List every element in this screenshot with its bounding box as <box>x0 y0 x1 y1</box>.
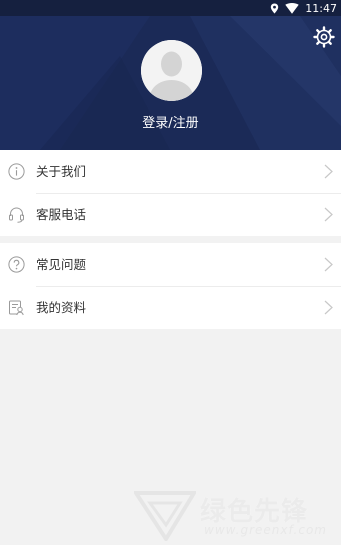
avatar[interactable] <box>141 40 202 101</box>
wifi-icon <box>285 2 299 14</box>
menu-item-label: 我的资料 <box>36 300 87 315</box>
profile-header: 登录/注册 <box>0 16 341 150</box>
location-icon <box>271 3 279 13</box>
menu-item-customer-service[interactable]: 客服电话 <box>0 193 341 236</box>
chevron-right-icon <box>324 164 333 179</box>
menu-item-label: 常见问题 <box>36 257 87 272</box>
menu-item-label: 客服电话 <box>36 207 87 222</box>
chevron-right-icon <box>324 207 333 222</box>
default-user-icon <box>141 40 202 101</box>
menu-group-2: 常见问题 我的资料 <box>0 243 341 329</box>
watermark-logo-icon <box>134 491 196 541</box>
menu-item-faq[interactable]: 常见问题 <box>0 243 341 286</box>
menu-item-my-profile[interactable]: 我的资料 <box>0 286 341 329</box>
status-bar: 11:47 <box>0 0 341 16</box>
watermark: 绿色先锋 www.greenxf.com <box>134 489 339 541</box>
info-icon <box>8 163 25 180</box>
headset-icon <box>9 207 24 223</box>
question-icon <box>8 256 25 273</box>
menu-group-1: 关于我们 客服电话 <box>0 150 341 236</box>
chevron-right-icon <box>324 300 333 315</box>
status-time: 11:47 <box>305 1 337 15</box>
chevron-right-icon <box>324 257 333 272</box>
menu-item-about-us[interactable]: 关于我们 <box>0 150 341 193</box>
profile-card-icon <box>9 300 24 316</box>
settings-gear-icon[interactable] <box>313 26 335 48</box>
menu-item-label: 关于我们 <box>36 164 87 179</box>
watermark-url: www.greenxf.com <box>204 523 327 537</box>
login-register-link[interactable]: 登录/注册 <box>0 112 341 131</box>
